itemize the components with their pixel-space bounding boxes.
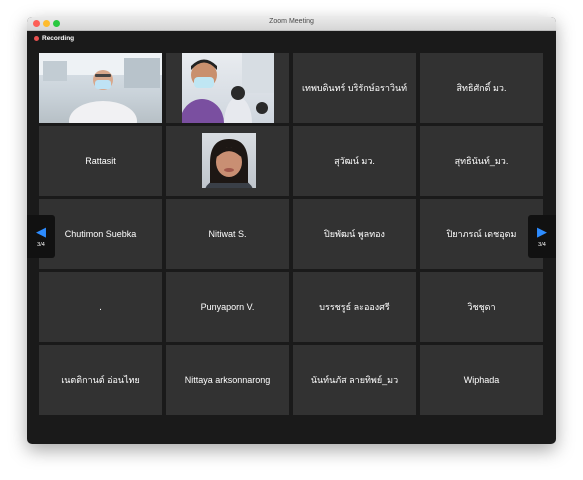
- participant-name: สุวัฒน์ มว.: [334, 156, 375, 166]
- chevron-right-icon: ▶: [537, 224, 547, 239]
- gallery-grid: เทพบดินทร์ บริรักษ์อราวินท์ สิทธิศักดิ์ …: [39, 53, 544, 415]
- participant-name: ปิยาภรณ์ เดชอุดม: [446, 229, 517, 239]
- title-bar: Zoom Meeting: [27, 17, 556, 31]
- participant-tile[interactable]: [166, 126, 289, 196]
- participant-tile[interactable]: ปิยพัฒน์ พูลทอง: [293, 199, 416, 269]
- participant-tile[interactable]: Rattasit: [39, 126, 162, 196]
- participant-tile[interactable]: เทพบดินทร์ บริรักษ์อราวินท์: [293, 53, 416, 123]
- participant-tile[interactable]: Nittaya arksonnarong: [166, 345, 289, 415]
- participant-tile[interactable]: วิชชุดา: [420, 272, 543, 342]
- participant-tile[interactable]: สุวัฒน์ มว.: [293, 126, 416, 196]
- participant-name: เทพบดินทร์ บริรักษ์อราวินท์: [301, 83, 408, 93]
- participant-tile[interactable]: สุทธินันท์_มว.: [420, 126, 543, 196]
- participant-tile[interactable]: บรรชรูธ์ ละอองศรี: [293, 272, 416, 342]
- recording-label: Recording: [42, 35, 75, 42]
- chevron-left-icon: ◀: [36, 224, 46, 239]
- participant-name: Chutimon Suebka: [64, 229, 137, 239]
- participant-name: สุทธินันท์_มว.: [454, 156, 509, 166]
- participant-video: [202, 133, 256, 188]
- participant-name: Rattasit: [85, 156, 116, 166]
- participant-tile[interactable]: นันท์นภัส ลายทิพย์_มว: [293, 345, 416, 415]
- recording-indicator[interactable]: Recording: [34, 35, 74, 42]
- recording-dot-icon: [34, 36, 39, 41]
- participant-name: Wiphada: [463, 375, 500, 385]
- previous-page-button[interactable]: ◀ 3/4: [27, 215, 55, 258]
- page-indicator: 3/4: [37, 242, 45, 248]
- participant-name: สิทธิศักดิ์ มว.: [456, 83, 507, 93]
- participant-tile[interactable]: สิทธิศักดิ์ มว.: [420, 53, 543, 123]
- participant-name: Nittaya arksonnarong: [184, 375, 271, 385]
- participant-name: นันท์นภัส ลายทิพย์_มว: [310, 375, 399, 385]
- participant-tile[interactable]: ปิยาภรณ์ เดชอุดม: [420, 199, 543, 269]
- participant-tile[interactable]: Chutimon Suebka: [39, 199, 162, 269]
- participant-tile[interactable]: Wiphada: [420, 345, 543, 415]
- zoom-window: Zoom Meeting Recording เทพบดินทร์ บริรัก…: [27, 17, 556, 444]
- participant-name: เนตติกานต์ อ่อนไทย: [61, 375, 140, 385]
- participant-name: Punyaporn V.: [200, 302, 255, 312]
- participant-name: บรรชรูธ์ ละอองศรี: [319, 302, 390, 312]
- participant-video: [182, 53, 274, 123]
- participant-tile[interactable]: .: [39, 272, 162, 342]
- participant-tile[interactable]: [166, 53, 289, 123]
- next-page-button[interactable]: ▶ 3/4: [528, 215, 556, 258]
- window-title: Zoom Meeting: [269, 18, 314, 25]
- participant-video: [39, 53, 162, 123]
- participant-tile[interactable]: [39, 53, 162, 123]
- participant-name: วิชชุดา: [467, 302, 496, 312]
- page-indicator: 3/4: [538, 242, 546, 248]
- participant-name: ปิยพัฒน์ พูลทอง: [324, 229, 385, 239]
- participant-tile[interactable]: Nitiwat S.: [166, 199, 289, 269]
- participant-name: Nitiwat S.: [208, 229, 247, 239]
- participant-tile[interactable]: เนตติกานต์ อ่อนไทย: [39, 345, 162, 415]
- participant-tile[interactable]: Punyaporn V.: [166, 272, 289, 342]
- participant-name: .: [99, 301, 102, 313]
